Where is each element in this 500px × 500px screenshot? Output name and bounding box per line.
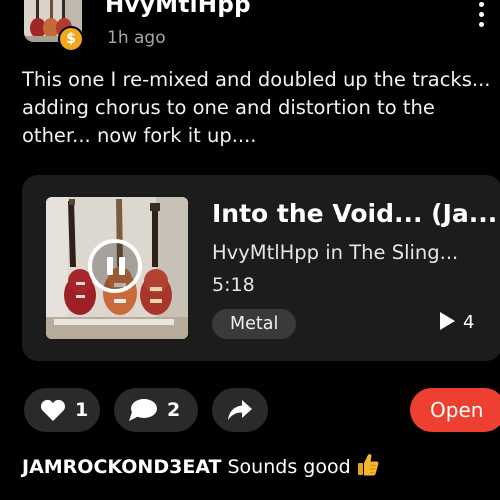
play-count-value: 4 [463, 312, 475, 333]
track-duration: 5:18 [212, 274, 255, 296]
like-button[interactable]: 1 [24, 388, 100, 432]
dollar-coin-icon: $ [58, 26, 84, 52]
heart-icon [40, 399, 66, 421]
comment-bubble-icon [129, 399, 157, 421]
share-button[interactable] [212, 388, 268, 432]
comment-text: Sounds good [227, 456, 351, 478]
like-count: 1 [75, 399, 89, 421]
more-options-icon[interactable] [476, 2, 486, 32]
comment-username[interactable]: JAMROCKOND3EAT [22, 456, 222, 478]
genre-tag[interactable]: Metal [212, 309, 297, 339]
post-header: $ HvyMtlHpp 1h ago [0, 0, 500, 60]
comment-count: 2 [167, 399, 181, 421]
comment-button[interactable]: 2 [114, 388, 198, 432]
post-username[interactable]: HvyMtlHpp [105, 0, 251, 18]
post-text: This one I re-mixed and doubled up the t… [22, 68, 491, 147]
open-button[interactable]: Open [410, 388, 500, 432]
pause-icon[interactable] [88, 239, 142, 293]
post-time: 1h ago [107, 28, 166, 48]
track-card[interactable]: Into the Void... (Ja... HvyMtlHpp in The… [22, 175, 500, 361]
play-icon [440, 312, 455, 330]
comment-preview[interactable]: JAMROCKOND3EAT Sounds good [22, 453, 379, 478]
track-title[interactable]: Into the Void... (Ja... [212, 199, 500, 228]
share-arrow-icon [228, 400, 252, 420]
play-count: 4 [440, 311, 474, 335]
track-cover-image [46, 197, 188, 339]
track-artist[interactable]: HvyMtlHpp in The Sling... [212, 241, 500, 264]
thumbs-up-icon [357, 454, 379, 476]
